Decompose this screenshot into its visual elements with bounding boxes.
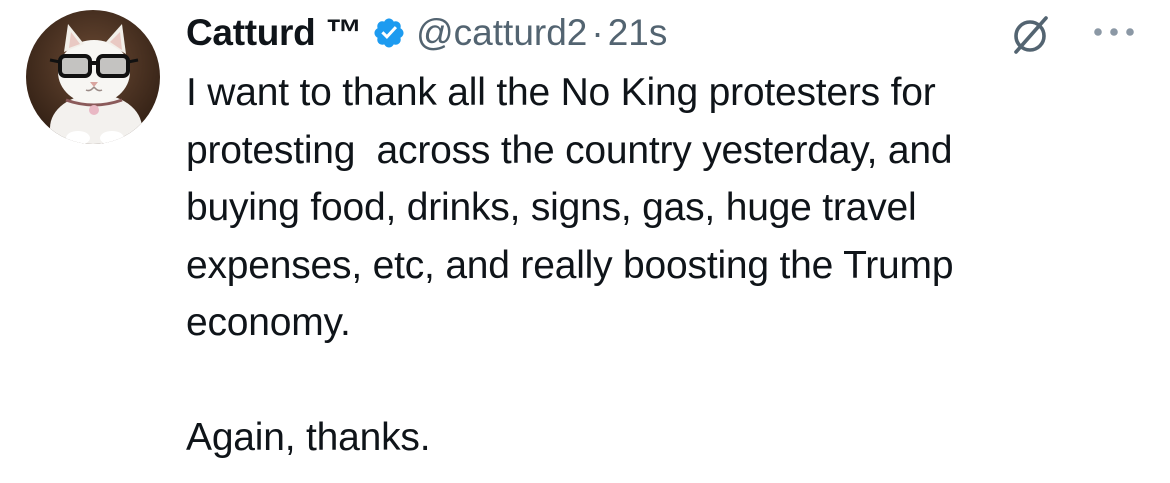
author-handle[interactable]: @catturd2 <box>416 12 587 54</box>
cat-avatar-image <box>26 10 160 144</box>
verified-badge-icon[interactable] <box>372 16 406 50</box>
display-name[interactable]: Catturd ™ <box>186 12 362 54</box>
separator-dot: · <box>591 12 604 53</box>
grok-icon[interactable] <box>1010 14 1052 56</box>
tweet-timestamp[interactable]: 21s <box>608 12 668 54</box>
tweet[interactable]: Catturd ™ @catturd2 · 21s I want to than… <box>0 0 1170 483</box>
more-options-icon[interactable] <box>1086 20 1142 44</box>
avatar[interactable] <box>26 10 160 144</box>
tweet-text: I want to thank all the No King proteste… <box>186 71 954 459</box>
tweet-header: Catturd ™ @catturd2 · 21s <box>186 6 667 60</box>
